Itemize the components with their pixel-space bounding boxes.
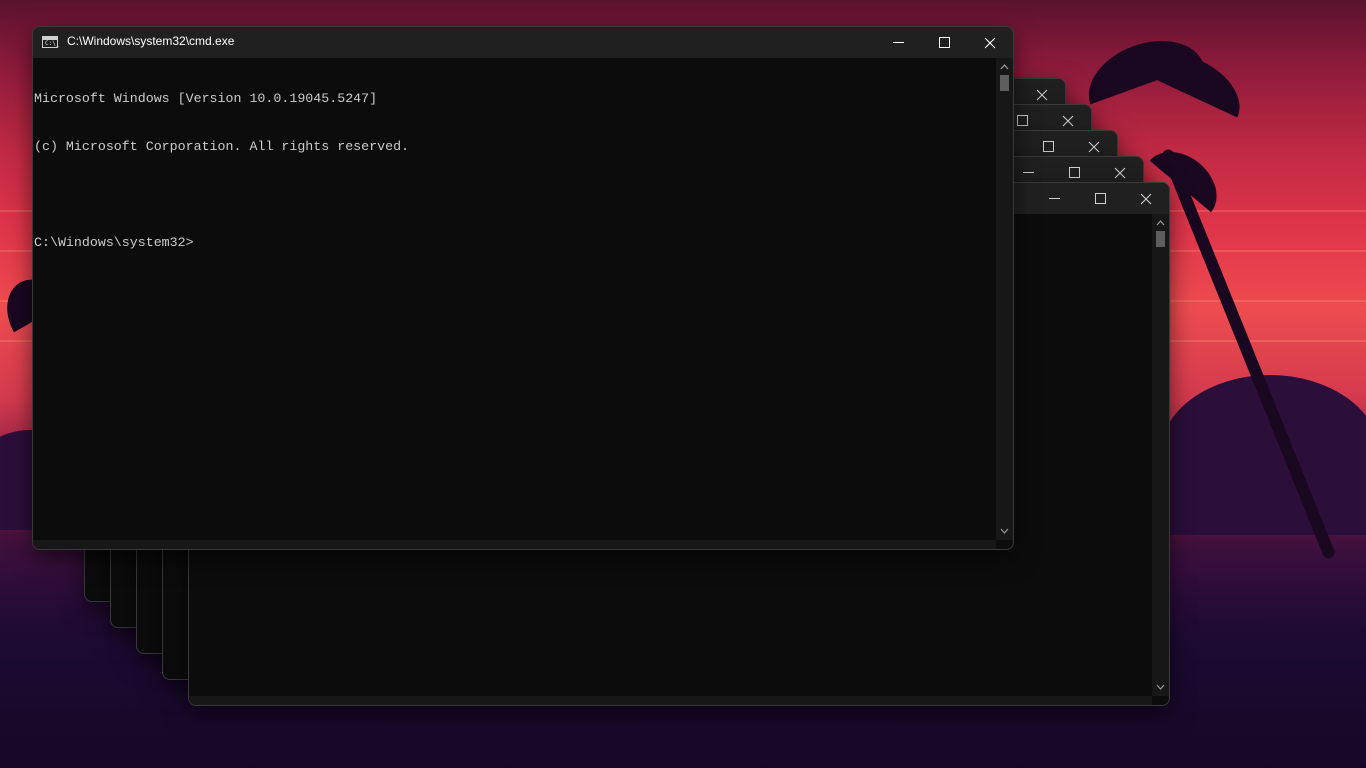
cmd-window[interactable]: C:\_ C:\Windows\system32\cmd.exe Microso… [32, 26, 1014, 550]
console-line: (c) Microsoft Corporation. All rights re… [34, 139, 410, 154]
scroll-down-button[interactable] [1152, 680, 1169, 694]
maximize-icon [938, 37, 950, 48]
horizontal-scroll-track [189, 696, 1152, 705]
chevron-up-icon [1000, 64, 1009, 70]
scroll-down-button[interactable] [996, 524, 1013, 538]
maximize-icon [1068, 167, 1080, 178]
console-line: Microsoft Windows [Version 10.0.19045.52… [34, 91, 378, 106]
chevron-down-icon [1000, 528, 1009, 534]
minimize-icon [892, 42, 904, 43]
scrollbar-thumb[interactable] [1000, 75, 1009, 91]
scroll-up-button[interactable] [996, 60, 1013, 74]
maximize-button[interactable] [921, 27, 967, 58]
cmd-app-icon[interactable]: C:\_ [42, 36, 60, 48]
scroll-up-button[interactable] [1152, 216, 1169, 230]
minimize-icon [1022, 172, 1034, 173]
window-title: C:\Windows\system32\cmd.exe [67, 34, 235, 48]
minimize-button[interactable] [1031, 183, 1077, 214]
horizontal-scroll-track [33, 540, 996, 549]
console-output[interactable]: Microsoft Windows [Version 10.0.19045.52… [34, 58, 996, 540]
close-button[interactable] [1123, 183, 1169, 214]
close-button[interactable] [967, 27, 1013, 58]
vertical-scrollbar[interactable] [1152, 214, 1169, 696]
minimize-icon [1048, 198, 1060, 199]
close-icon [984, 37, 996, 48]
scrollbar-thumb[interactable] [1156, 231, 1165, 247]
close-icon [1114, 167, 1126, 178]
minimize-button[interactable] [875, 27, 921, 58]
maximize-icon [1094, 193, 1106, 204]
close-icon [1088, 141, 1100, 152]
maximize-icon [1016, 115, 1028, 126]
chevron-down-icon [1156, 684, 1165, 690]
command-prompt[interactable]: C:\Windows\system32> [34, 235, 996, 251]
vertical-scrollbar[interactable] [996, 58, 1013, 540]
chevron-up-icon [1156, 220, 1165, 226]
close-icon [1140, 193, 1152, 204]
maximize-button[interactable] [1077, 183, 1123, 214]
maximize-icon [1042, 141, 1054, 152]
close-icon [1036, 89, 1048, 100]
close-icon [1062, 115, 1074, 126]
window-titlebar[interactable]: C:\_ C:\Windows\system32\cmd.exe [33, 27, 1013, 58]
icon-prompt-text: C:\_ [45, 40, 60, 47]
